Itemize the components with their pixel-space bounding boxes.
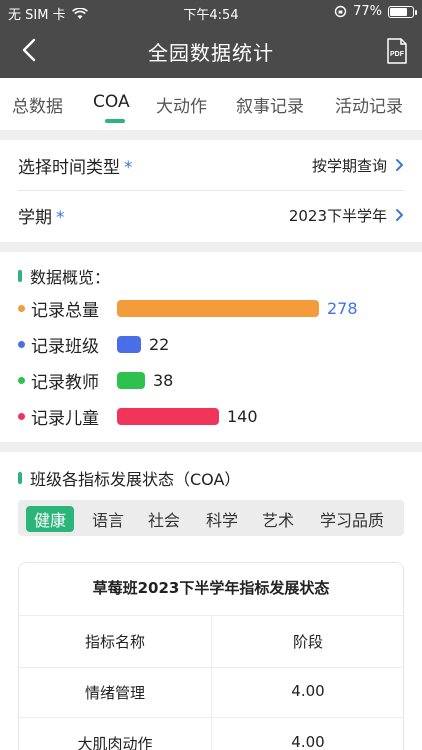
semester-selector[interactable]: 学期 * 2023下半学年 (18, 200, 404, 230)
legend-dot (18, 376, 25, 384)
table-cell-stage: 4.00 (291, 682, 325, 700)
tab-active-indicator (105, 119, 125, 123)
section-marker (18, 472, 22, 484)
stat-bar (117, 371, 145, 389)
filter-card: 选择时间类型 * 按学期查询 学期 * 2023下半学年 (0, 140, 422, 242)
chevron-right-icon (396, 209, 403, 221)
category-filter-bar: 健康 语言 社会 科学 艺术 学习品质 (18, 500, 404, 536)
stat-value: 140 (227, 406, 258, 426)
divider (18, 190, 404, 191)
category-social[interactable]: 社会 (140, 506, 188, 532)
status-bar: 无 SIM 卡 下午4:54 77% (0, 0, 422, 24)
pdf-label: PDF (390, 51, 405, 58)
table-cell-indicator: 情绪管理 (84, 684, 145, 702)
legend-dot (18, 340, 25, 348)
legend-dot (18, 412, 25, 420)
rotation-lock-icon (334, 5, 347, 18)
overview-title: 数据概览： (18, 264, 110, 288)
legend-dot (18, 304, 25, 312)
table-divider (19, 667, 403, 668)
time-type-label: 选择时间类型 (18, 157, 120, 178)
battery-percent: 77% (353, 4, 382, 19)
battery-icon (388, 5, 417, 18)
overview-card: 数据概览： 记录总量 278 记录班级 22 记录教师 38 记录儿童 140 (0, 252, 422, 442)
table-caption: 草莓班2023下半学年指标发展状态 (92, 579, 330, 597)
tab-gross-motor[interactable]: 大动作 (156, 92, 207, 117)
stat-label: 记录总量 (31, 300, 99, 321)
category-science[interactable]: 科学 (198, 506, 246, 532)
tab-total[interactable]: 总数据 (12, 92, 63, 117)
stat-value: 38 (153, 370, 174, 390)
pdf-export-icon[interactable]: PDF (386, 38, 408, 64)
table-cell-indicator: 大肌肉动作 (77, 735, 153, 750)
stat-bar (117, 299, 319, 317)
overview-stat-row: 记录总量 278 (18, 296, 358, 321)
section-marker (18, 270, 22, 282)
table-cell-stage: 4.00 (291, 733, 325, 750)
time-type-value: 按学期查询 (311, 156, 387, 175)
chevron-right-icon (396, 159, 403, 171)
category-health[interactable]: 健康 (26, 506, 75, 532)
stat-bar (117, 335, 141, 353)
category-language[interactable]: 语言 (84, 506, 132, 532)
category-learning-quality[interactable]: 学习品质 (312, 506, 392, 532)
semester-value: 2023下半学年 (288, 206, 387, 225)
table-header-cell: 阶段 (292, 633, 323, 651)
coa-title-text: 班级各指标发展状态（COA） (30, 470, 241, 489)
stat-bar (117, 407, 219, 425)
tab-activity[interactable]: 活动记录 (335, 92, 403, 117)
table-divider (19, 717, 403, 718)
stat-label: 记录儿童 (31, 408, 99, 429)
overview-stat-row: 记录班级 22 (18, 332, 170, 357)
category-art[interactable]: 艺术 (254, 506, 302, 532)
coa-table: 草莓班2023下半学年指标发展状态 指标名称 阶段 情绪管理 4.00 大肌肉动… (18, 562, 404, 750)
stat-label: 记录班级 (31, 336, 99, 357)
overview-title-text: 数据概览： (30, 268, 111, 287)
stat-value: 278 (327, 298, 358, 318)
required-mark: * (124, 157, 133, 178)
nav-bar: 全园数据统计 PDF (0, 24, 422, 78)
overview-stat-row: 记录儿童 140 (18, 404, 258, 429)
table-header-cell: 指标名称 (84, 633, 145, 651)
tab-coa[interactable]: COA (93, 92, 130, 112)
coa-title: 班级各指标发展状态（COA） (18, 466, 240, 490)
stat-value: 22 (149, 334, 170, 354)
tab-bar: 总数据 COA 大动作 叙事记录 活动记录 (0, 78, 422, 130)
stat-label: 记录教师 (31, 372, 99, 393)
required-mark: * (56, 207, 65, 228)
page-title: 全园数据统计 (148, 41, 274, 65)
semester-label: 学期 (18, 207, 52, 228)
tab-narrative[interactable]: 叙事记录 (236, 92, 304, 117)
time-type-selector[interactable]: 选择时间类型 * 按学期查询 (18, 150, 404, 180)
overview-stat-row: 记录教师 38 (18, 368, 174, 393)
